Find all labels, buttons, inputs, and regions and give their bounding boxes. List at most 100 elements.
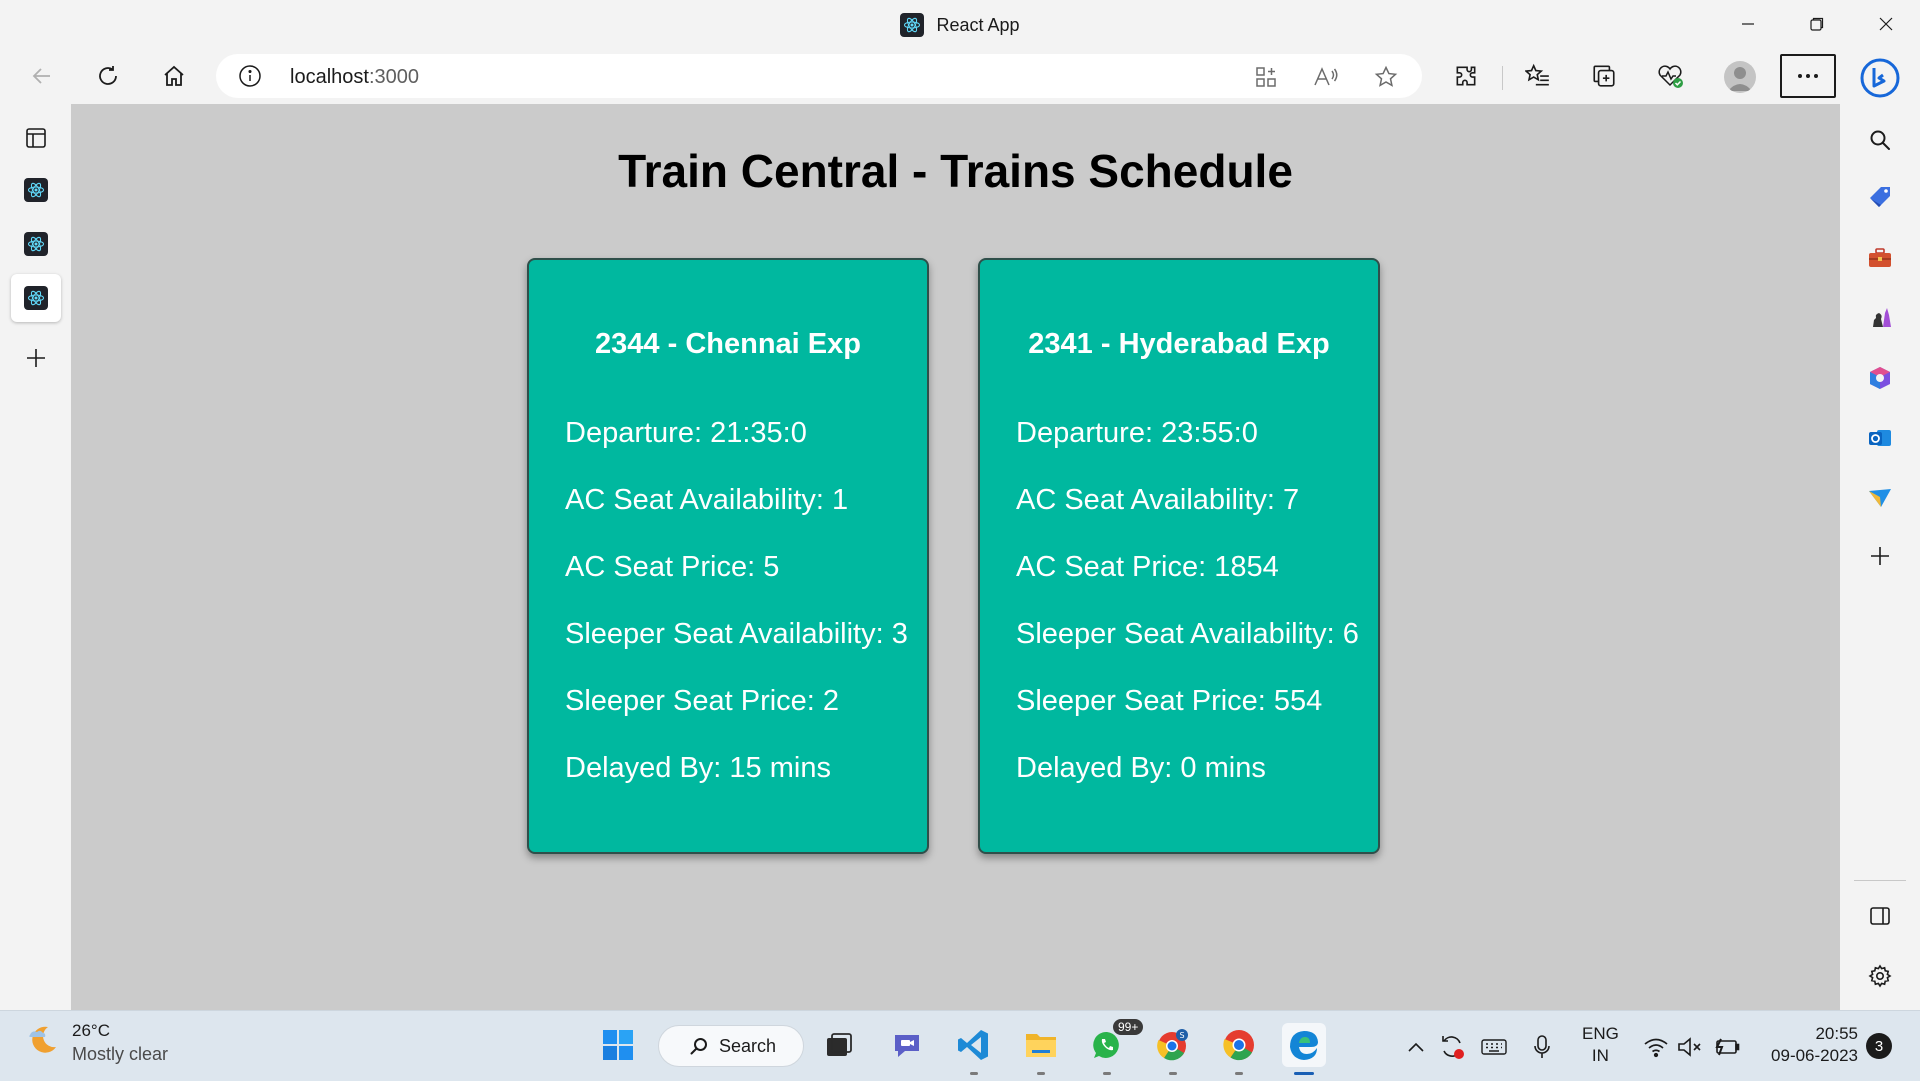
taskbar-search[interactable]: Search — [658, 1025, 804, 1067]
file-explorer-button[interactable] — [1019, 1023, 1063, 1075]
volume-muted-icon[interactable] — [1676, 1033, 1704, 1061]
wifi-icon[interactable] — [1642, 1033, 1670, 1061]
browser-essentials-button[interactable] — [1648, 56, 1692, 96]
notification-count-badge[interactable]: 3 — [1866, 1033, 1892, 1059]
sidebar-games-icon[interactable] — [1860, 298, 1900, 338]
edge-sidebar — [1840, 104, 1920, 1010]
train-departure: Departure: 21:35:0 — [565, 417, 807, 449]
close-button[interactable] — [1851, 0, 1920, 48]
show-hidden-icons-chevron-icon[interactable] — [1402, 1033, 1430, 1061]
minimize-button[interactable] — [1713, 0, 1782, 48]
tab-actions-menu-icon[interactable] — [11, 114, 61, 162]
train-ac-availability: AC Seat Availability: 1 — [565, 484, 849, 516]
react-logo-icon — [24, 286, 48, 310]
sidebar-outlook-icon[interactable] — [1860, 418, 1900, 458]
microphone-icon[interactable] — [1528, 1033, 1556, 1061]
window-title: React App — [900, 13, 1020, 37]
running-indicator — [1037, 1072, 1045, 1075]
edge-button[interactable] — [1282, 1023, 1326, 1075]
weather-moon-icon — [29, 1026, 56, 1053]
tab-react-app-1[interactable] — [11, 166, 61, 214]
sidebar-tools-icon[interactable] — [1860, 238, 1900, 278]
tab-react-app-2[interactable] — [11, 220, 61, 268]
train-sleeper-price: Sleeper Seat Price: 554 — [1016, 685, 1323, 717]
whatsapp-button[interactable]: 99+ — [1085, 1017, 1146, 1075]
active-indicator — [1294, 1072, 1314, 1075]
favorites-button[interactable] — [1516, 56, 1560, 96]
train-delay: Delayed By: 0 mins — [1016, 752, 1266, 784]
vertical-tabs-panel — [0, 104, 71, 1010]
profile-avatar[interactable] — [1724, 61, 1756, 93]
new-tab-plus-icon[interactable] — [11, 334, 61, 382]
train-card-title: 2341 - Hyderabad Exp — [1028, 328, 1330, 360]
extensions-button[interactable] — [1444, 56, 1488, 96]
refresh-button[interactable] — [86, 56, 130, 96]
train-ac-price: AC Seat Price: 5 — [565, 551, 780, 583]
bing-copilot-icon[interactable] — [1854, 54, 1906, 102]
start-button[interactable] — [596, 1023, 640, 1067]
chrome-icon: S — [1157, 1029, 1188, 1061]
task-view-button[interactable] — [817, 1023, 861, 1067]
taskbar-clock[interactable]: 20:55 09-06-2023 — [1762, 1023, 1858, 1067]
search-icon — [690, 1038, 707, 1055]
react-logo-icon — [24, 178, 48, 202]
windows-taskbar: 26°C Mostly clear Search 99+ S ENG IN 20… — [0, 1010, 1920, 1081]
train-ac-availability: AC Seat Availability: 7 — [1016, 484, 1300, 516]
whatsapp-unread-badge: 99+ — [1111, 1017, 1146, 1037]
sidebar-drop-icon[interactable] — [1860, 478, 1900, 518]
url-host: localhost — [290, 66, 369, 88]
folder-icon — [1026, 1034, 1056, 1057]
settings-more-button[interactable] — [1780, 54, 1836, 98]
sidebar-search-icon[interactable] — [1860, 120, 1900, 160]
page-viewport: Train Central - Trains Schedule 2344 - C… — [71, 104, 1840, 1010]
app-available-icon[interactable] — [1250, 61, 1282, 93]
collections-button[interactable] — [1582, 56, 1626, 96]
teams-chat-icon — [895, 1035, 919, 1057]
clock-time: 20:55 — [1815, 1024, 1858, 1043]
windows-logo-icon — [603, 1030, 633, 1060]
train-card-title: 2344 - Chennai Exp — [595, 328, 861, 360]
address-bar[interactable]: localhost:3000 — [216, 54, 1422, 98]
task-view-icon — [827, 1033, 852, 1056]
sidebar-office-icon[interactable] — [1860, 358, 1900, 398]
battery-charging-icon[interactable] — [1712, 1033, 1740, 1061]
taskbar-search-label: Search — [719, 1035, 777, 1056]
sidebar-divider — [1854, 880, 1906, 881]
read-aloud-icon[interactable] — [1310, 61, 1342, 93]
teams-chat-button[interactable] — [885, 1023, 929, 1067]
sidebar-add-plus-icon[interactable] — [1860, 536, 1900, 576]
chrome-button[interactable] — [1217, 1023, 1261, 1075]
sidebar-settings-gear-icon[interactable] — [1860, 956, 1900, 996]
back-button[interactable] — [20, 56, 64, 96]
running-indicator — [1169, 1072, 1177, 1075]
home-button[interactable] — [152, 56, 196, 96]
train-departure: Departure: 23:55:0 — [1016, 417, 1258, 449]
train-ac-price: AC Seat Price: 1854 — [1016, 551, 1279, 583]
vscode-icon — [958, 1030, 988, 1060]
url-port: :3000 — [368, 66, 419, 88]
chrome-profile-button[interactable]: S — [1151, 1023, 1195, 1075]
tab-react-app-active[interactable] — [11, 274, 61, 322]
running-indicator — [1235, 1072, 1243, 1075]
chrome-icon — [1223, 1030, 1254, 1061]
sidebar-shopping-tag-icon[interactable] — [1860, 178, 1900, 218]
sync-alert-icon[interactable] — [1438, 1033, 1466, 1061]
react-logo-icon — [900, 13, 925, 37]
url-text[interactable]: localhost:3000 — [290, 66, 419, 89]
input-language-indicator[interactable]: ENG IN — [1582, 1023, 1619, 1067]
running-indicator — [1103, 1072, 1111, 1075]
weather-widget[interactable]: 26°C Mostly clear — [26, 1021, 168, 1065]
favorite-star-icon[interactable] — [1370, 61, 1402, 93]
hide-sidebar-icon[interactable] — [1860, 896, 1900, 936]
weather-condition: Mostly clear — [72, 1044, 169, 1064]
train-sleeper-availability: Sleeper Seat Availability: 6 — [1016, 618, 1359, 650]
touch-keyboard-icon[interactable] — [1480, 1033, 1508, 1061]
svg-text:S: S — [1179, 1031, 1184, 1040]
site-info-icon[interactable] — [238, 64, 262, 88]
running-indicator — [970, 1072, 978, 1075]
restore-button[interactable] — [1782, 0, 1851, 48]
train-delay: Delayed By: 15 mins — [565, 752, 831, 784]
train-card: 2341 - Hyderabad Exp Departure: 23:55:0 … — [978, 258, 1380, 854]
train-sleeper-availability: Sleeper Seat Availability: 3 — [565, 618, 908, 650]
vscode-button[interactable] — [952, 1023, 996, 1075]
